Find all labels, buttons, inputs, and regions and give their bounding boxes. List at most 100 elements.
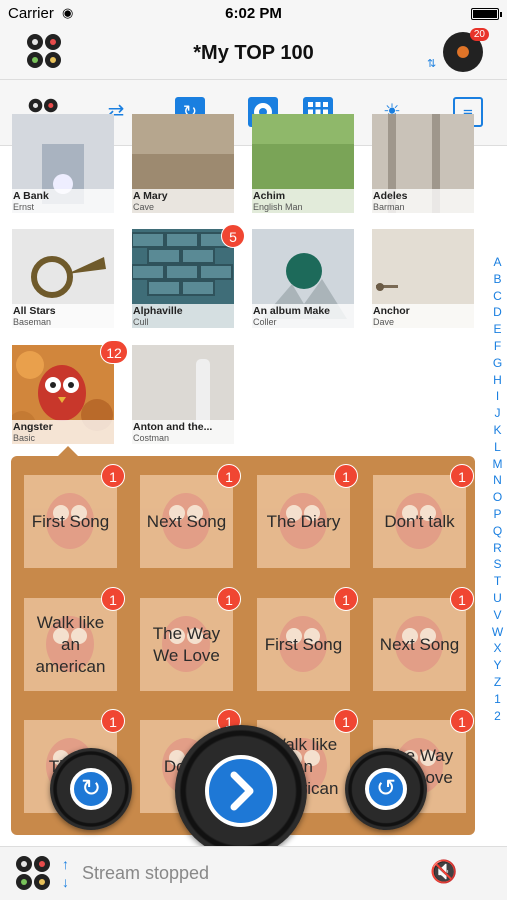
reels-icon[interactable] — [16, 856, 52, 892]
album-tile[interactable]: Anton and the... Costman — [132, 345, 234, 444]
song-tile[interactable]: Walk like an american — [24, 598, 117, 691]
album-count-badge: 5 — [221, 224, 245, 248]
album-artist: Barman — [373, 202, 405, 212]
repeat-small-icon: ⇅ — [427, 58, 437, 70]
album-title: A Bank — [13, 190, 49, 202]
album-tile[interactable]: An album Make Coller — [252, 229, 354, 328]
index-letter[interactable]: O — [488, 489, 507, 506]
index-letter[interactable]: F — [488, 338, 507, 355]
disc-count-badge: 20 — [469, 28, 489, 41]
index-letter[interactable]: B — [488, 271, 507, 288]
song-title: Next Song — [379, 634, 460, 654]
index-letter[interactable]: K — [488, 422, 507, 439]
up-down-arrows-icon[interactable]: ↑ ↓ — [62, 855, 69, 891]
index-letter[interactable]: R — [488, 540, 507, 557]
repeat-one-icon: ↺ — [365, 768, 407, 810]
index-letter[interactable]: J — [488, 405, 507, 422]
index-letter[interactable]: Y — [488, 657, 507, 674]
nav-bar: *My TOP 100 20 ⇅ — [0, 28, 507, 80]
index-letter[interactable]: D — [488, 304, 507, 321]
album-tile[interactable]: Achim English Man — [252, 114, 354, 213]
song-tile[interactable]: First Song — [24, 475, 117, 568]
album-title: Adeles — [373, 190, 408, 202]
index-letter[interactable]: 2 — [488, 708, 507, 725]
app-root: Carrier ◉ 6:02 PM *My TOP 100 20 ⇅ ⇄ ↻ ☀… — [0, 0, 507, 900]
song-play-count-badge: 1 — [450, 709, 474, 733]
next-arrow-icon — [205, 755, 277, 827]
index-letter[interactable]: P — [488, 506, 507, 523]
index-letter[interactable]: T — [488, 573, 507, 590]
song-title: The Way We Love — [152, 623, 221, 665]
player-bar: ↑ ↓ Stream stopped 🔇 — [0, 846, 507, 900]
next-button[interactable] — [175, 725, 307, 857]
song-play-count-badge: 1 — [101, 709, 125, 733]
index-letter[interactable]: E — [488, 321, 507, 338]
index-letter[interactable]: Z — [488, 674, 507, 691]
song-title: First Song — [31, 511, 110, 531]
song-play-count-badge: 1 — [334, 464, 358, 488]
album-title: Alphaville — [133, 305, 183, 317]
album-tile[interactable]: Angster Basic — [12, 345, 114, 444]
album-title: All Stars — [13, 305, 56, 317]
now-playing-disc-button[interactable]: 20 ⇅ — [427, 28, 489, 72]
index-letter[interactable]: I — [488, 388, 507, 405]
album-title: A Mary — [133, 190, 168, 202]
song-play-count-badge: 1 — [101, 464, 125, 488]
index-letter[interactable]: G — [488, 355, 507, 372]
album-tile[interactable]: Adeles Barman — [372, 114, 474, 213]
song-title: Next Song — [146, 511, 227, 531]
index-letter[interactable]: N — [488, 472, 507, 489]
song-tile[interactable]: Next Song — [373, 598, 466, 691]
album-tile[interactable]: A Mary Cave — [132, 114, 234, 213]
song-tile[interactable]: The Diary — [257, 475, 350, 568]
index-letter[interactable]: W — [488, 624, 507, 641]
album-title: An album Make — [253, 305, 331, 317]
replay-button[interactable]: ↻ — [50, 748, 132, 830]
index-letter[interactable]: L — [488, 439, 507, 456]
album-count-badge: 12 — [100, 340, 128, 364]
index-letter[interactable]: M — [488, 456, 507, 473]
album-title: Achim — [253, 190, 286, 202]
song-play-count-badge: 1 — [101, 587, 125, 611]
album-artist: Cull — [133, 317, 149, 327]
album-title: Anchor — [373, 305, 410, 317]
mute-icon[interactable]: 🔇 — [430, 859, 457, 885]
index-letter[interactable]: S — [488, 556, 507, 573]
repeat-one-button[interactable]: ↺ — [345, 748, 427, 830]
song-play-count-badge: 1 — [450, 464, 474, 488]
song-title: The Diary — [266, 511, 341, 531]
album-artist: Coller — [253, 317, 277, 327]
index-letter[interactable]: V — [488, 607, 507, 624]
song-play-count-badge: 1 — [334, 709, 358, 733]
alphabet-index[interactable]: ABCDEFGHIJKLMNOPQRSTUVWXYZ12 — [488, 254, 507, 724]
album-artist: Cave — [133, 202, 155, 212]
album-artist: Dave — [373, 317, 395, 327]
album-artist: Baseman — [13, 317, 52, 327]
replay-icon: ↻ — [70, 768, 112, 810]
song-tile[interactable]: First Song — [257, 598, 350, 691]
song-tile[interactable]: Don't talk — [373, 475, 466, 568]
song-tile[interactable]: The Way We Love — [140, 598, 233, 691]
song-play-count-badge: 1 — [217, 464, 241, 488]
status-time: 6:02 PM — [225, 5, 282, 22]
index-letter[interactable]: U — [488, 590, 507, 607]
index-letter[interactable]: C — [488, 288, 507, 305]
album-artist: Costman — [133, 433, 170, 443]
album-title: Angster — [13, 421, 53, 433]
album-title: Anton and the... — [133, 421, 213, 433]
song-tile[interactable]: Next Song — [140, 475, 233, 568]
album-artist: Ernst — [13, 202, 35, 212]
album-tile[interactable]: Alphaville Cull — [132, 229, 234, 328]
album-tile[interactable]: A Bank Ernst — [12, 114, 114, 213]
index-letter[interactable]: X — [488, 640, 507, 657]
song-title: Don't talk — [384, 511, 455, 531]
index-letter[interactable]: 1 — [488, 691, 507, 708]
album-tile[interactable]: Anchor Dave — [372, 229, 474, 328]
album-tile[interactable]: All Stars Baseman — [12, 229, 114, 328]
song-play-count-badge: 1 — [450, 587, 474, 611]
index-letter[interactable]: A — [488, 254, 507, 271]
stream-status: Stream stopped — [82, 863, 210, 883]
index-letter[interactable]: H — [488, 372, 507, 389]
index-letter[interactable]: Q — [488, 523, 507, 540]
status-bar: Carrier ◉ 6:02 PM — [0, 0, 507, 28]
